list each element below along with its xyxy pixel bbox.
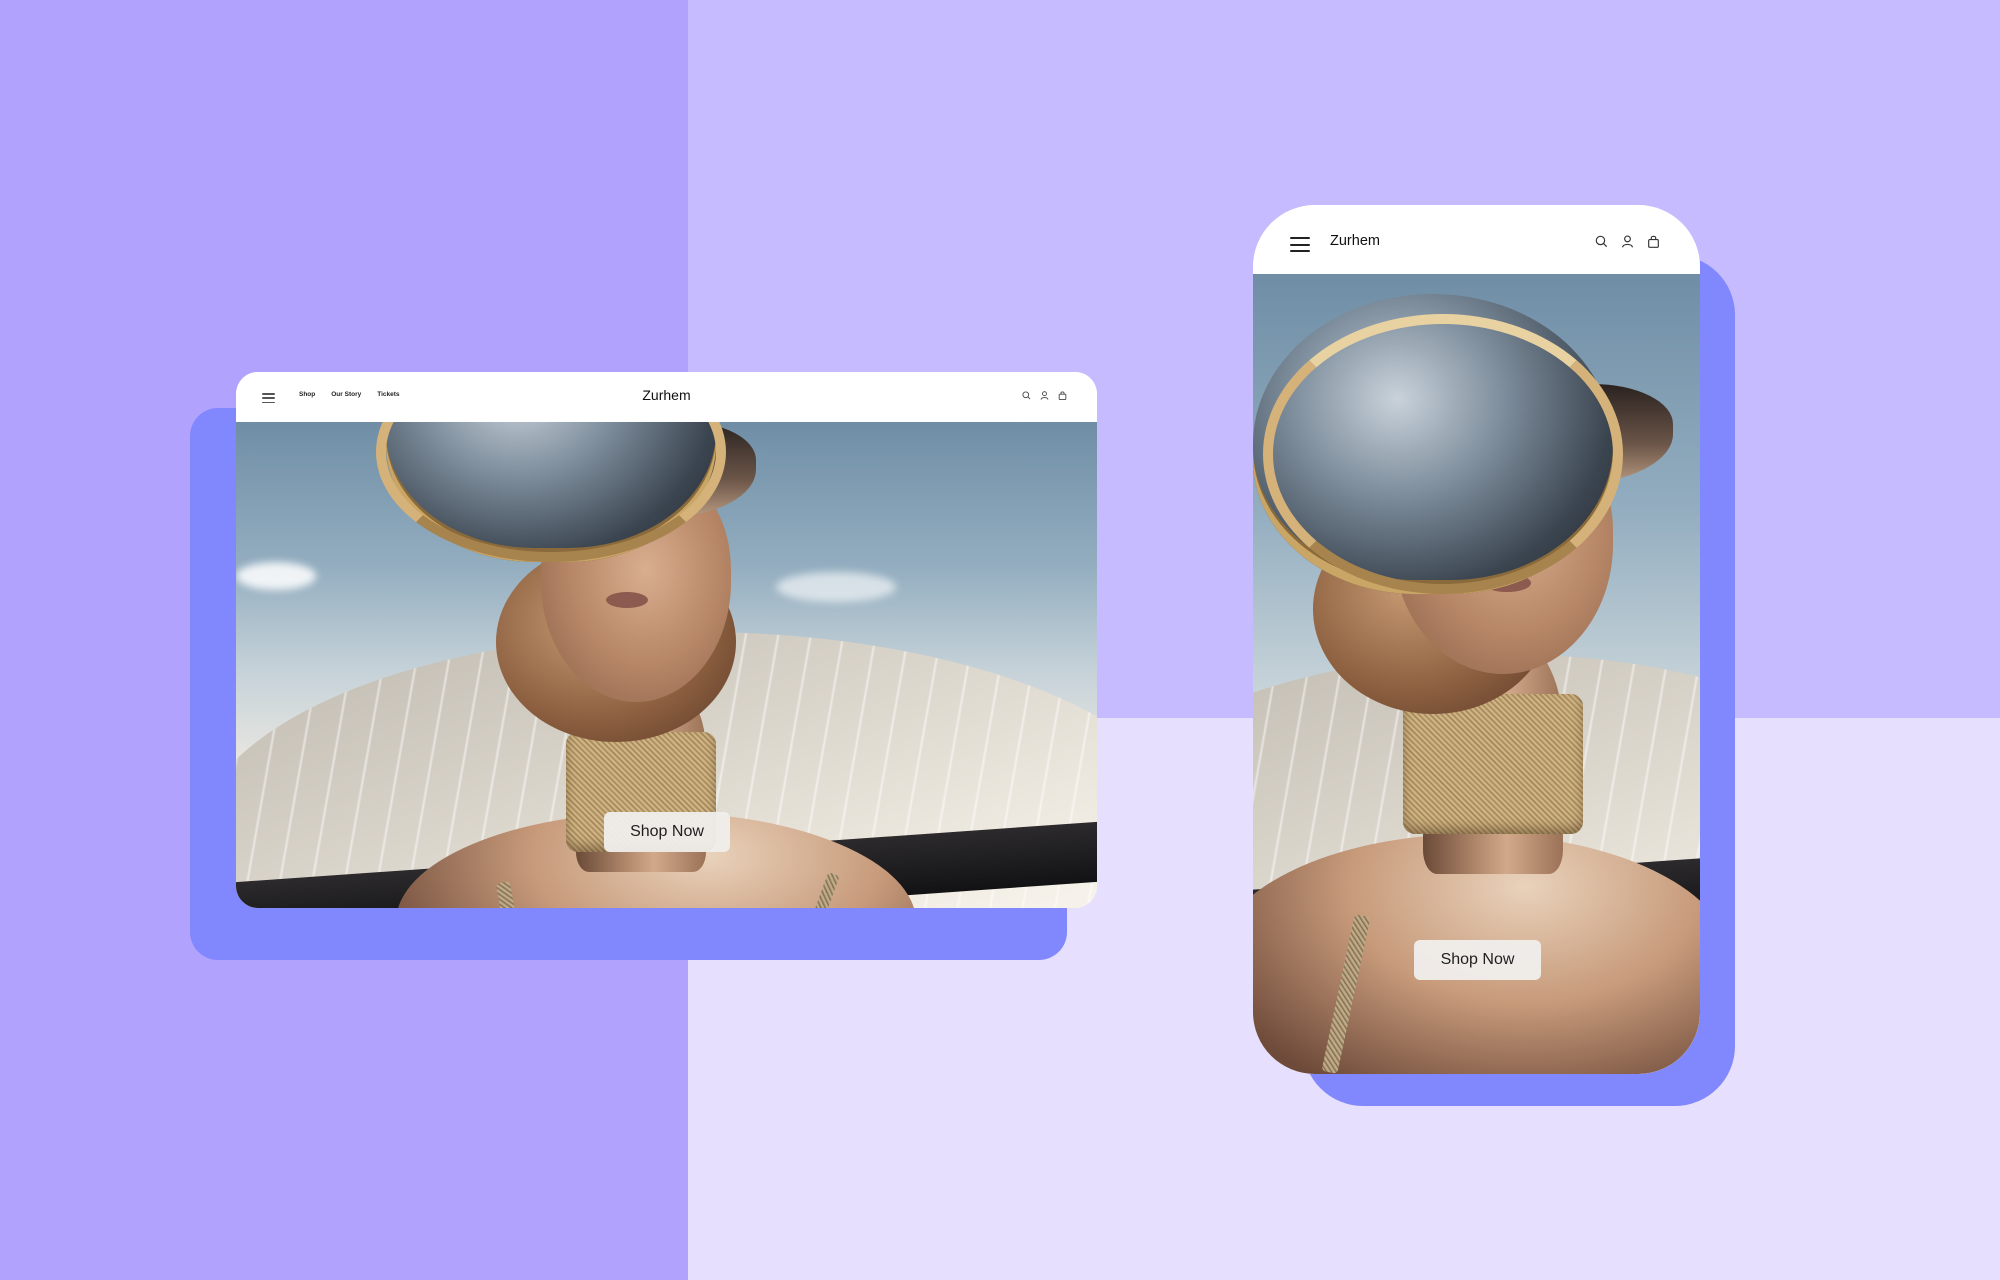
desktop-preview: Shop Our Story Tickets Zurhem Shop Now (236, 372, 1097, 908)
shopping-bag-icon[interactable] (1058, 391, 1067, 400)
brand-logo[interactable]: Zurhem (1330, 233, 1380, 249)
desktop-header: Shop Our Story Tickets Zurhem (236, 372, 1097, 422)
brand-logo[interactable]: Zurhem (236, 387, 1097, 403)
shopping-bag-icon[interactable] (1647, 235, 1660, 248)
shop-now-button[interactable]: Shop Now (1414, 940, 1541, 980)
header-icons (1022, 391, 1067, 400)
mobile-header: Zurhem (1253, 205, 1700, 274)
user-icon[interactable] (1040, 391, 1049, 400)
header-icons (1595, 235, 1660, 248)
hamburger-icon[interactable] (1290, 237, 1310, 252)
search-icon[interactable] (1022, 391, 1031, 400)
user-icon[interactable] (1621, 235, 1634, 248)
mobile-preview: Zurhem Shop Now (1253, 205, 1700, 1074)
shop-now-button[interactable]: Shop Now (604, 812, 730, 852)
search-icon[interactable] (1595, 235, 1608, 248)
